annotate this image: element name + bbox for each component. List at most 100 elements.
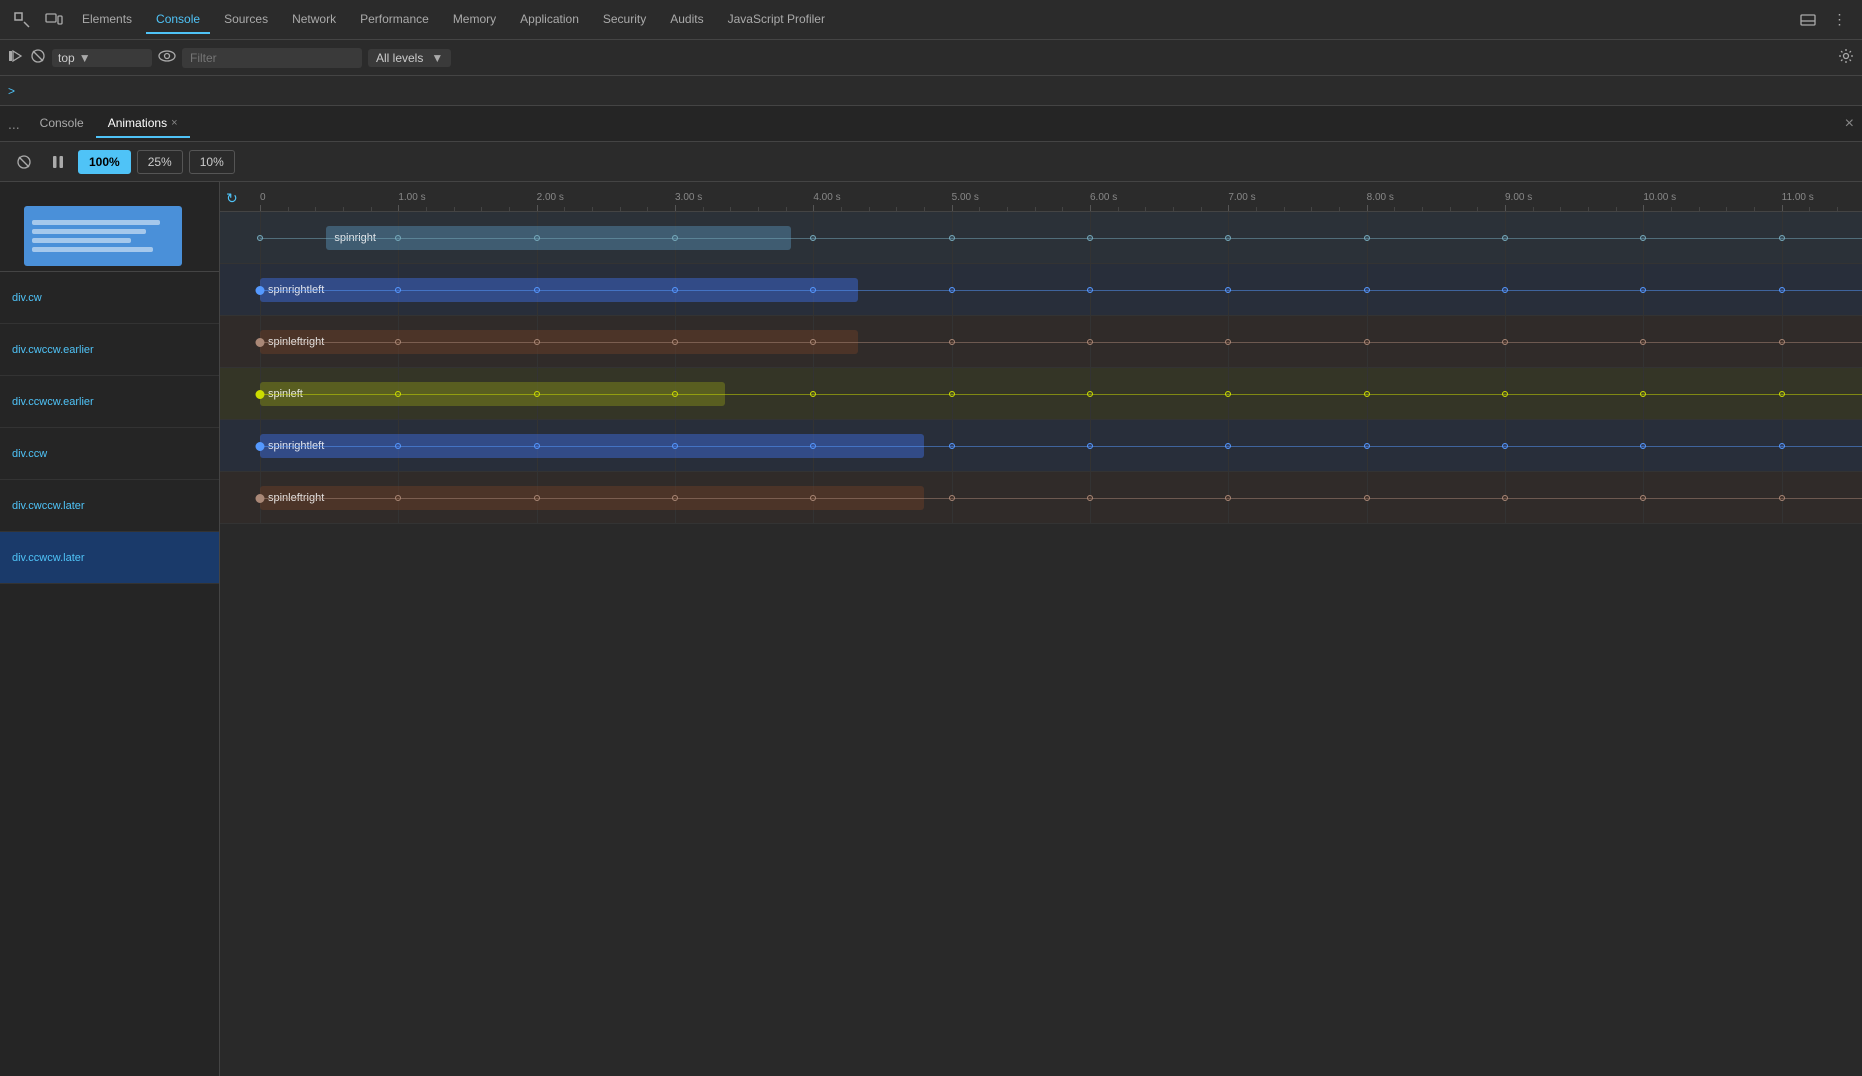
context-selector[interactable]: top ▼: [52, 49, 152, 67]
anim-dot: [534, 235, 540, 241]
ruler-minor-tick: [979, 207, 980, 211]
preview-line-2: [32, 229, 146, 234]
ruler-minor-tick: [1422, 207, 1423, 211]
ruler-minor-tick: [1671, 207, 1672, 211]
levels-selector[interactable]: All levels ▼: [368, 49, 451, 67]
ruler-minor-tick: [1726, 207, 1727, 211]
anim-dot: [1640, 495, 1646, 501]
ruler-tick-4: 4.00 s: [813, 193, 840, 211]
anim-label-text: div.ccw: [12, 448, 47, 460]
anim-track-row-4: spinrightleft: [220, 420, 1862, 472]
anim-track-row-5: spinleftright: [220, 472, 1862, 524]
anim-dot: [1640, 339, 1646, 345]
anim-dot: [1364, 391, 1370, 397]
ruler-minor-tick: [620, 207, 621, 211]
tab-network[interactable]: Network: [282, 6, 346, 34]
anim-dot: [672, 495, 678, 501]
anim-track-row-2: spinleftright: [220, 316, 1862, 368]
eye-icon[interactable]: [158, 50, 176, 65]
ruler-minor-tick: [1477, 207, 1478, 211]
anim-dot: [395, 495, 401, 501]
tab-elements[interactable]: Elements: [72, 6, 142, 34]
anim-dot: [1640, 391, 1646, 397]
tab-memory[interactable]: Memory: [443, 6, 506, 34]
anim-dot: [1502, 339, 1508, 345]
anim-dot: [395, 339, 401, 345]
anim-label-0: div.cw: [0, 272, 219, 324]
ruler-minor-tick: [1699, 207, 1700, 211]
ruler-minor-tick: [1173, 207, 1174, 211]
tab-console-panel[interactable]: Console: [28, 110, 96, 138]
tab-security[interactable]: Security: [593, 6, 656, 34]
close-drawer-btn[interactable]: ×: [1845, 115, 1854, 133]
anim-dot: [395, 235, 401, 241]
more-panels-btn[interactable]: ...: [8, 116, 20, 132]
anim-dot: [256, 286, 265, 295]
anim-dot: [1225, 495, 1231, 501]
anim-dot: [256, 442, 265, 451]
ruler-minor-tick: [1837, 207, 1838, 211]
anim-dot: [1087, 339, 1093, 345]
pause-animations-btn[interactable]: [44, 148, 72, 176]
anim-dot: [1225, 235, 1231, 241]
clear-animations-btn[interactable]: [10, 148, 38, 176]
anim-dot: [1364, 443, 1370, 449]
tab-js-profiler[interactable]: JavaScript Profiler: [718, 6, 835, 34]
ruler-minor-tick: [786, 207, 787, 211]
speed-25-btn[interactable]: 25%: [137, 150, 183, 174]
track-line-4: [260, 446, 1862, 447]
anim-dot: [1225, 287, 1231, 293]
dock-icon[interactable]: [1794, 6, 1822, 34]
anim-dot: [810, 443, 816, 449]
speed-10-btn[interactable]: 10%: [189, 150, 235, 174]
tab-sources[interactable]: Sources: [214, 6, 278, 34]
anim-dot: [949, 495, 955, 501]
device-toolbar-icon[interactable]: [40, 6, 68, 34]
anim-dot: [534, 443, 540, 449]
ruler-minor-tick: [1394, 207, 1395, 211]
ruler-minor-tick: [1145, 207, 1146, 211]
anim-dot: [949, 443, 955, 449]
preview-area: [0, 182, 219, 272]
anim-dot: [395, 391, 401, 397]
anim-dot: [1087, 287, 1093, 293]
ruler-minor-tick: [371, 207, 372, 211]
preview-line-3: [32, 238, 131, 243]
timeline-inner: ↻ 01.00 s2.00 s3.00 s4.00 s5.00 s6.00 s7…: [220, 182, 1862, 524]
ruler-minor-tick: [288, 207, 289, 211]
track-line-2: [260, 342, 1862, 343]
create-livesession-icon[interactable]: [8, 48, 24, 67]
anim-dot: [1364, 287, 1370, 293]
playhead-icon[interactable]: ↻: [226, 190, 238, 207]
filter-input[interactable]: [182, 48, 362, 68]
tab-animations-panel[interactable]: Animations ×: [96, 110, 190, 138]
tab-application[interactable]: Application: [510, 6, 589, 34]
tab-console[interactable]: Console: [146, 6, 210, 34]
anim-dot: [1502, 235, 1508, 241]
ruler-minor-tick: [1256, 207, 1257, 211]
close-animations-tab[interactable]: ×: [171, 117, 177, 129]
anim-dot: [1640, 235, 1646, 241]
ruler-minor-tick: [426, 207, 427, 211]
inspect-element-icon[interactable]: [8, 6, 36, 34]
speed-100-btn[interactable]: 100%: [78, 150, 131, 174]
anim-controls: 100% 25% 10%: [0, 142, 1862, 182]
tab-performance[interactable]: Performance: [350, 6, 439, 34]
clear-console-icon[interactable]: [30, 48, 46, 67]
anim-dot: [1779, 235, 1785, 241]
ruler-minor-tick: [869, 207, 870, 211]
ruler-minor-tick: [1118, 207, 1119, 211]
context-value: top: [58, 51, 75, 65]
anim-dot: [256, 494, 265, 503]
anim-dot: [672, 443, 678, 449]
anim-left-panel: div.cwdiv.cwccw.earlierdiv.ccwcw.earlier…: [0, 182, 220, 1076]
anim-label-5: div.ccwcw.later: [0, 532, 219, 584]
anim-dot: [395, 443, 401, 449]
anim-dot: [672, 235, 678, 241]
anim-label-2: div.ccwcw.earlier: [0, 376, 219, 428]
more-options-icon[interactable]: ⋮: [1826, 6, 1854, 34]
settings-icon[interactable]: [1838, 48, 1854, 67]
tab-audits[interactable]: Audits: [660, 6, 713, 34]
anim-timeline-scroll[interactable]: ↻ 01.00 s2.00 s3.00 s4.00 s5.00 s6.00 s7…: [220, 182, 1862, 1076]
anim-dot: [810, 339, 816, 345]
